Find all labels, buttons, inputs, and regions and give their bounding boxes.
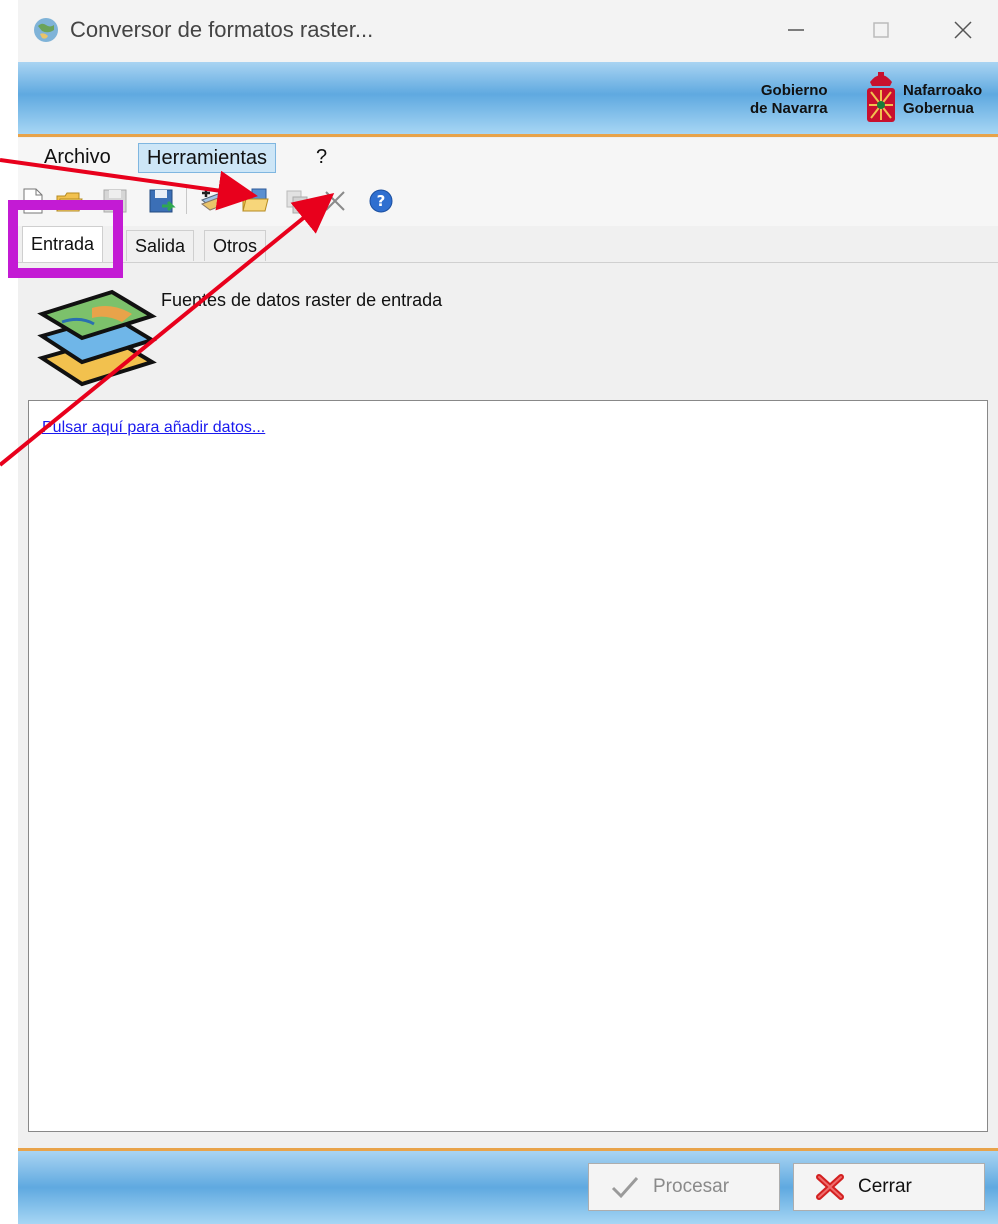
raster-layers-icon bbox=[37, 289, 157, 387]
toolbar: ? bbox=[18, 178, 998, 226]
footer-bar: Procesar Cerrar bbox=[18, 1148, 998, 1224]
section-title: Fuentes de datos raster de entrada bbox=[161, 290, 443, 310]
menu-help[interactable]: ? bbox=[308, 143, 335, 171]
red-x-icon bbox=[816, 1174, 844, 1200]
help-icon[interactable]: ? bbox=[366, 186, 396, 216]
maximize-icon[interactable] bbox=[861, 12, 901, 48]
procesar-button[interactable]: Procesar bbox=[588, 1163, 780, 1211]
cerrar-button[interactable]: Cerrar bbox=[793, 1163, 985, 1211]
checkmark-icon bbox=[611, 1177, 639, 1199]
menu-herramientas[interactable]: Herramientas bbox=[138, 143, 277, 173]
save-as-icon[interactable] bbox=[146, 186, 176, 216]
banner-text-right-2: Gobernua bbox=[903, 100, 974, 117]
banner-text-left-1: Gobierno bbox=[760, 82, 828, 99]
menu-bar: Archivo Herramientas ? bbox=[18, 138, 998, 178]
title-bar: Conversor de formatos raster... bbox=[18, 0, 998, 62]
navarra-crest-icon bbox=[867, 72, 895, 122]
banner-text-right-1: Nafarroako bbox=[903, 82, 983, 99]
highlight-box bbox=[8, 200, 123, 278]
raster-input-list[interactable]: Pulsar aquí para añadir datos... bbox=[28, 400, 988, 1132]
nafarroako-gobernua-text: Nafarroako Gobernua bbox=[903, 82, 982, 118]
open-data-folder-icon[interactable] bbox=[240, 186, 270, 216]
gobierno-navarra-text: Gobierno de Navarra bbox=[750, 82, 828, 118]
svg-text:?: ? bbox=[377, 192, 386, 210]
toolbar-separator bbox=[186, 188, 187, 214]
cerrar-label: Cerrar bbox=[858, 1176, 912, 1197]
delete-x-icon[interactable] bbox=[320, 186, 350, 216]
copy-disabled-icon[interactable] bbox=[282, 186, 312, 216]
minimize-icon[interactable] bbox=[776, 12, 816, 48]
app-window: Conversor de formatos raster... Gobierno… bbox=[18, 0, 998, 1224]
tab-strip: Entrada Salida Otros bbox=[18, 226, 998, 263]
header-banner: Gobierno de Navarra Nafarroako Gobernua bbox=[18, 62, 998, 137]
procesar-label: Procesar bbox=[653, 1176, 730, 1197]
app-globe-icon bbox=[34, 18, 58, 42]
banner-text-left-2: de Navarra bbox=[750, 100, 828, 117]
add-data-icon[interactable] bbox=[198, 186, 228, 216]
add-data-link[interactable]: Pulsar aquí para añadir datos... bbox=[42, 419, 265, 437]
close-icon[interactable] bbox=[943, 12, 983, 48]
menu-archivo[interactable]: Archivo bbox=[36, 143, 119, 171]
tab-salida[interactable]: Salida bbox=[126, 230, 195, 261]
window-title: Conversor de formatos raster... bbox=[70, 17, 374, 42]
tab-otros[interactable]: Otros bbox=[204, 230, 267, 261]
